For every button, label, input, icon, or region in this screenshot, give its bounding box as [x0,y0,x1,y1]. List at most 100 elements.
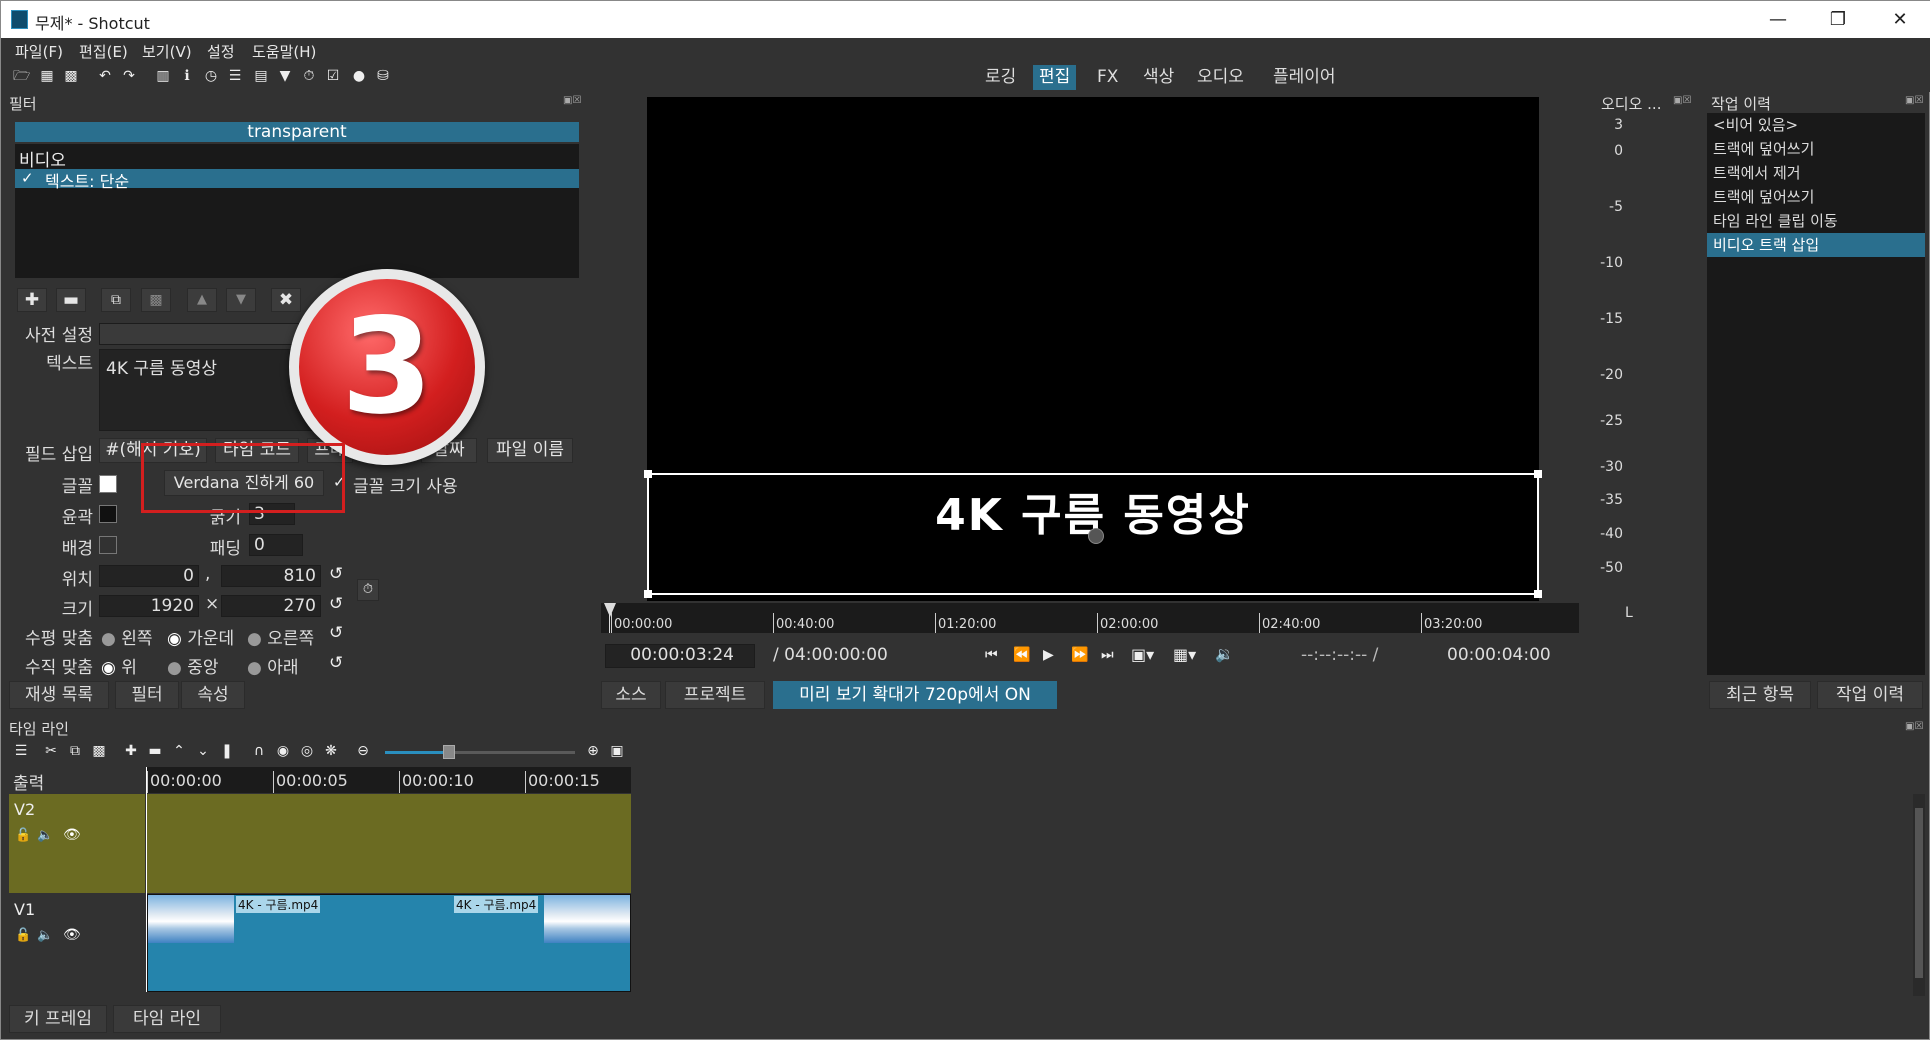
restore-button[interactable]: ❐ [1809,1,1867,38]
menu-file[interactable]: 파일(F) [15,41,63,62]
save-icon[interactable]: ▩ [63,68,79,84]
history-item[interactable]: 트랙에 덮어쓰기 [1707,185,1925,209]
workspace-logging-tab[interactable]: 로깅 [979,65,1022,90]
tab-properties[interactable]: 속성 [181,681,245,709]
timeline-ruler[interactable]: 00:00:00 00:00:05 00:00:10 00:00:15 [147,767,631,793]
ripple-delete-icon[interactable]: ▬ [147,743,163,759]
overwrite-icon[interactable]: ⌄ [195,743,211,759]
clip-v1[interactable]: 4K - 구름.mp4 4K - 구름.mp4 [147,894,631,992]
history-icon[interactable]: ☑ [325,68,341,84]
cut-icon[interactable]: ✂ [43,743,59,759]
rewind-icon[interactable]: ⏪ [1013,647,1030,663]
workspace-player-tab[interactable]: 플레이어 [1267,65,1342,90]
history-item[interactable]: 트랙에서 제거 [1707,161,1925,185]
position-reset-icon[interactable]: ↺ [329,564,343,584]
filter-item-checkbox[interactable]: ✓ [21,169,34,187]
history-item[interactable]: <비어 있음> [1707,113,1925,137]
current-time-input[interactable]: 00:00:03:24 [605,644,755,668]
halign-center-radio[interactable]: ◉ 가운데 [167,624,234,649]
copy-icon[interactable]: ⧉ [67,743,83,759]
zoom-icon[interactable]: ▣▾ [1131,645,1154,664]
export-icon[interactable]: ● [351,68,367,84]
play-icon[interactable]: ▶ [1043,647,1054,663]
tab-playlist[interactable]: 재생 목록 [9,681,109,709]
open-file-icon[interactable]: 🗁 [13,68,30,84]
ripple-icon[interactable]: ◎ [299,743,315,759]
track-header-v1[interactable]: V1 🔓 🔈 👁 [9,894,145,992]
jobs-icon[interactable]: ⛁ [375,68,391,84]
tab-recent[interactable]: 최근 항목 [1709,681,1811,709]
handle-bottom-left[interactable] [644,590,652,598]
filters-dock-buttons[interactable]: ▣☒ [563,95,581,106]
workspace-fx-tab[interactable]: FX [1091,65,1124,90]
lock-icon[interactable]: 🔓 [15,928,31,943]
history-dock-buttons[interactable]: ▣☒ [1905,95,1923,106]
size-height-input[interactable]: 270 [221,595,321,617]
mute-icon[interactable]: 🔈 [37,928,53,943]
tab-filters[interactable]: 필터 [115,681,179,709]
snap-icon[interactable]: ∩ [251,743,267,759]
add-filter-button[interactable]: ✚ [17,288,47,312]
workspace-editing-tab[interactable]: 편집 [1033,65,1077,90]
scrub-icon[interactable]: ◉ [275,743,291,759]
history-item[interactable]: 트랙에 덮어쓰기 [1707,137,1925,161]
workspace-color-tab[interactable]: 색상 [1137,65,1180,90]
halign-reset-icon[interactable]: ↺ [329,623,343,643]
zoom-in-icon[interactable]: ⊕ [585,743,601,759]
skip-next-icon[interactable]: ⏭ [1101,647,1114,663]
menu-edit[interactable]: 편집(E) [79,41,128,62]
close-button[interactable]: ✕ [1871,1,1929,38]
properties-icon[interactable]: ℹ [179,68,195,84]
undo-icon[interactable]: ↶ [97,68,113,84]
peak-meter-icon[interactable]: ▥ [155,68,171,84]
mute-icon[interactable]: 🔈 [37,828,53,843]
menu-view[interactable]: 보기(V) [142,41,192,62]
insert-filename-button[interactable]: 파일 이름 [487,438,573,463]
open-other-icon[interactable]: ▦ [39,68,55,84]
tab-project[interactable]: 프로젝트 [665,681,765,709]
timeline-dock-buttons[interactable]: ▣☒ [1905,721,1923,732]
menu-settings[interactable]: 설정 [207,41,235,62]
tab-timeline[interactable]: 타임 라인 [113,1005,221,1033]
halign-left-radio[interactable]: ● 왼쪽 [101,624,153,649]
paste-filter-button[interactable]: ▩ [141,288,171,312]
history-item-selected[interactable]: 비디오 트랙 삽입 [1707,233,1925,257]
valign-reset-icon[interactable]: ↺ [329,653,343,673]
valign-top-radio[interactable]: ◉ 위 [101,653,137,678]
lift-icon[interactable]: ⌃ [171,743,187,759]
keyframe-stopwatch-icon[interactable]: ⏱ [357,579,379,601]
filter-icon[interactable]: ▼ [277,68,293,84]
eye-icon[interactable]: 👁 [63,927,81,943]
history-item[interactable]: 타임 라인 클립 이동 [1707,209,1925,233]
position-y-input[interactable]: 810 [221,565,321,587]
track-header-v2[interactable]: V2 🔓 🔈 👁 [9,794,145,893]
scrollbar-thumb[interactable] [1915,808,1923,978]
size-reset-icon[interactable]: ↺ [329,594,343,614]
handle-top-left[interactable] [644,470,652,478]
volume-icon[interactable]: 🔉 [1215,645,1234,663]
valign-bottom-radio[interactable]: ● 아래 [247,653,299,678]
minimize-button[interactable]: — [1749,1,1807,38]
zoom-fit-icon[interactable]: ▣ [609,743,625,759]
player-ruler[interactable]: 00:00:00 00:40:00 01:20:00 02:00:00 02:4… [601,603,1579,633]
audio-meter-dock-buttons[interactable]: ▣☒ [1673,95,1691,106]
size-width-input[interactable]: 1920 [99,595,199,617]
timeline-menu-icon[interactable]: ☰ [13,743,29,759]
filter-list[interactable]: 비디오 ✓ 텍스트: 단순 [15,144,579,278]
zoom-out-icon[interactable]: ⊖ [355,743,371,759]
halign-right-radio[interactable]: ● 오른쪽 [247,624,314,649]
move-down-button[interactable]: ▼ [226,288,256,312]
tab-keyframes[interactable]: 키 프레임 [9,1005,107,1033]
ripple-all-icon[interactable]: ❋ [323,743,339,759]
copy-filter-button[interactable]: ⧉ [101,288,131,312]
redo-icon[interactable]: ↷ [121,68,137,84]
font-color-swatch[interactable] [99,475,117,493]
timeline-playhead[interactable] [146,767,147,992]
keyframes-icon[interactable]: ⏱ [301,68,317,84]
split-icon[interactable]: ❚ [219,743,235,759]
track-lane-v2[interactable] [147,794,631,893]
recent-icon[interactable]: ◷ [203,68,219,84]
zoom-slider[interactable] [385,745,575,759]
valign-middle-radio[interactable]: ● 중앙 [167,653,219,678]
fast-forward-icon[interactable]: ⏩ [1071,647,1088,663]
